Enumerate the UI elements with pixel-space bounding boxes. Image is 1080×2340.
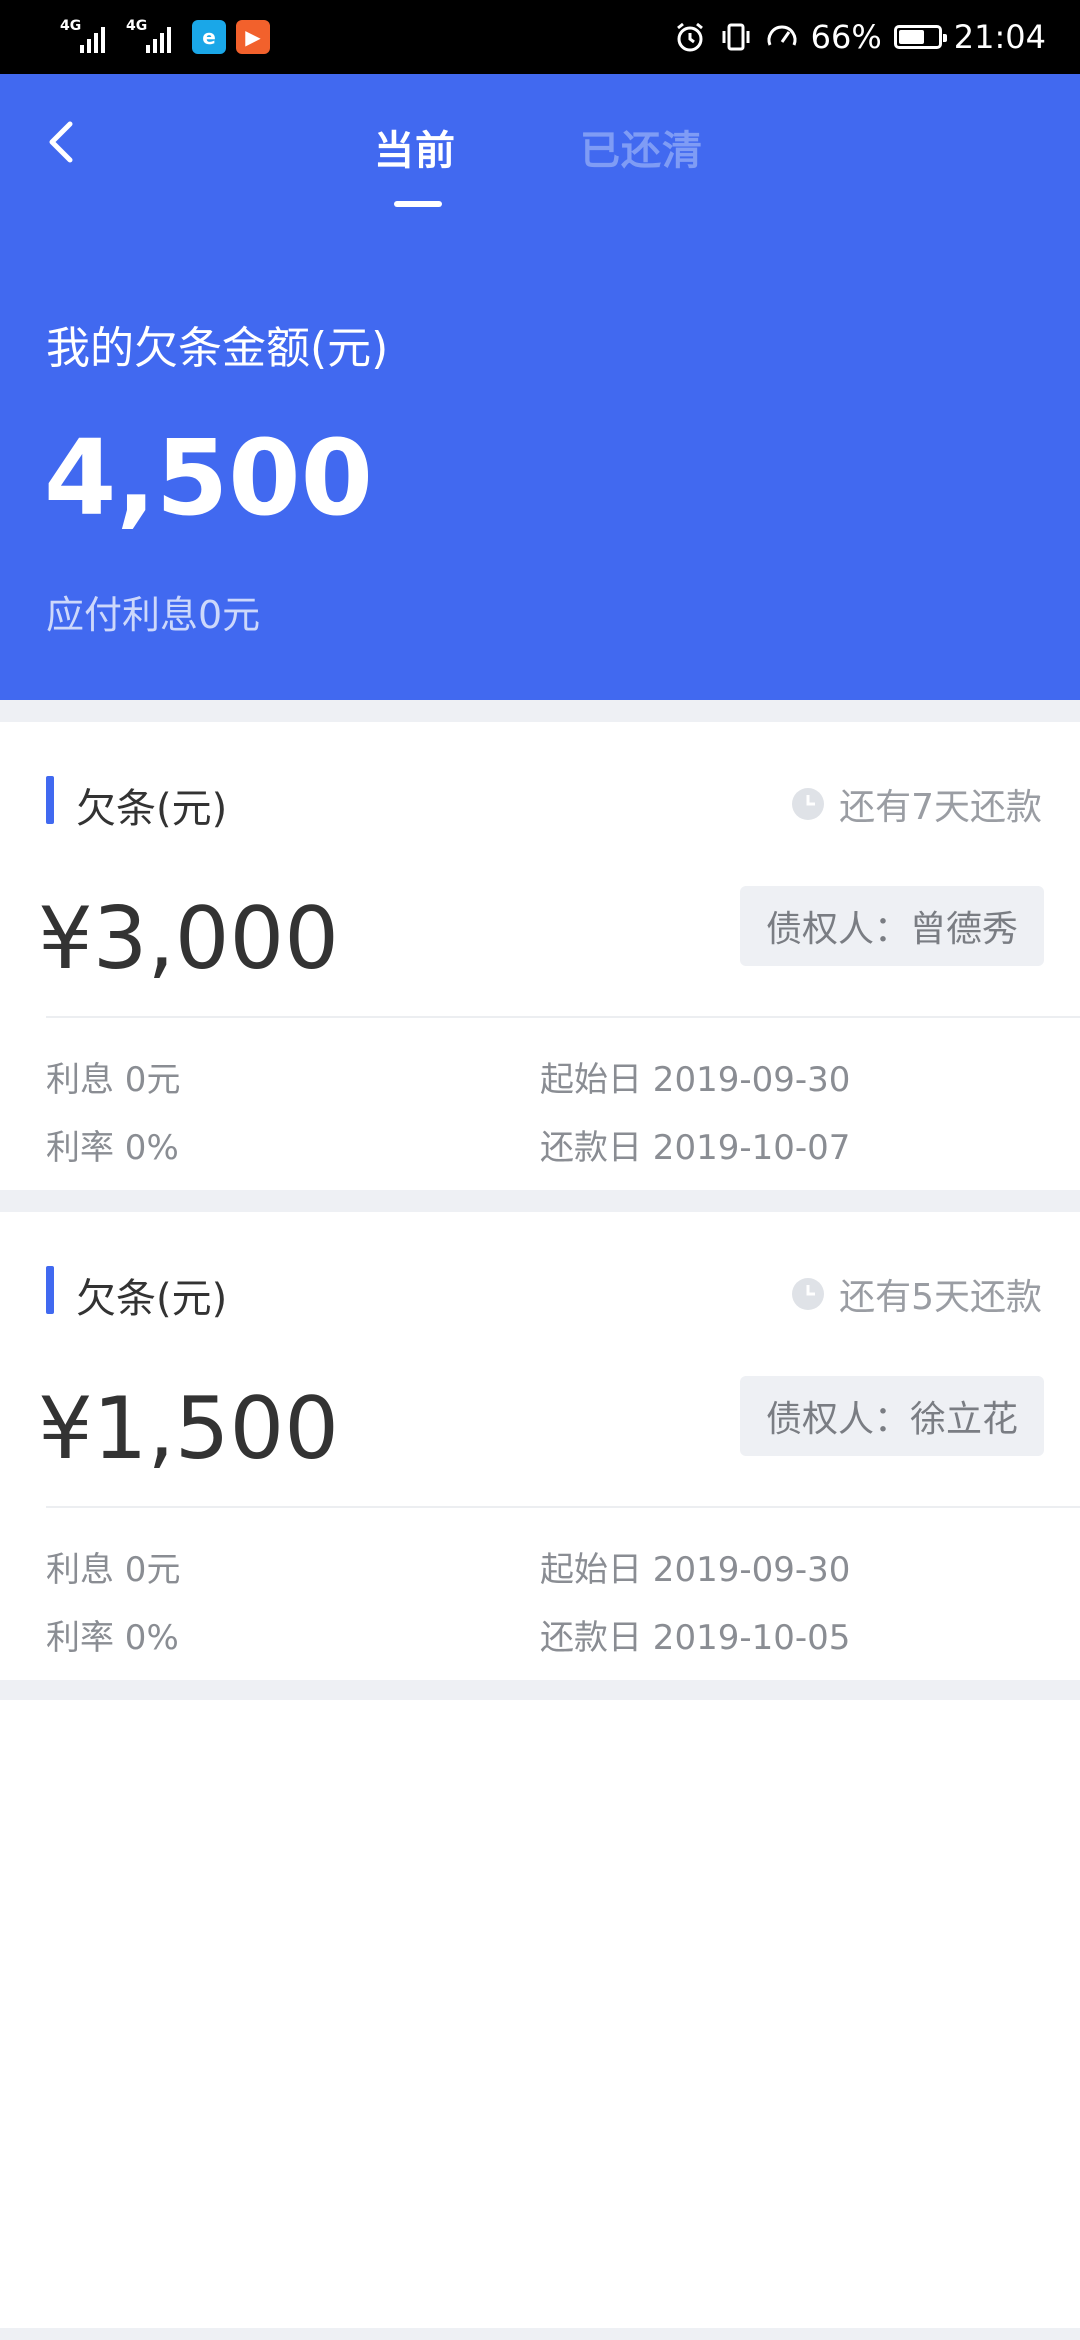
empty-area [0,1700,1080,2328]
due-countdown: 还有5天还款 [791,1268,1042,1320]
network-type-2: 4G [126,18,148,34]
clock-icon [792,1278,825,1310]
speedometer-icon [767,25,797,46]
signal-icon-2: 4G [126,19,182,55]
loan-amount: ¥3,000 [38,889,339,989]
back-button[interactable] [40,114,90,174]
status-left: 4G 4G e ▶ [60,16,270,58]
status-bar: 4G 4G e ▶ 66% 21:04 [0,0,1080,74]
card-accent-bar [46,776,54,824]
loan-interest: 利息 0元 [46,1060,181,1100]
interest-payable: 应付利息0元 [46,593,261,637]
loan-card[interactable]: 欠条(元) 还有7天还款 ¥3,000 债权人：曾德秀 利息 0元 起始日 20… [0,722,1080,1190]
chevron-left-icon [49,121,73,163]
loan-rate: 利率 0% [46,1128,179,1168]
due-text: 还有7天还款 [839,787,1042,828]
loan-title: 欠条(元) [76,1276,228,1322]
creditor-badge: 债权人：徐立花 [739,1376,1044,1456]
loan-title: 欠条(元) [76,786,228,832]
section-gap [0,1680,1080,1700]
battery-percent: 66% [810,18,882,56]
network-type: 4G [60,18,82,34]
tab-current[interactable]: 当前 [374,118,456,176]
creditor-badge: 债权人：曾德秀 [739,886,1044,966]
loan-rate: 利率 0% [46,1618,179,1658]
loan-amount: ¥1,500 [38,1379,339,1479]
card-accent-bar [46,1266,54,1314]
card-divider [46,1016,1080,1018]
tab-paid-off[interactable]: 已还清 [580,118,703,176]
video-app-notification-icon: ▶ [236,20,270,54]
loan-repay-date: 还款日 2019-10-05 [540,1618,851,1658]
loan-repay-date: 还款日 2019-10-07 [540,1128,851,1168]
alarm-icon [676,22,703,52]
card-divider [46,1506,1080,1508]
section-gap [0,700,1080,722]
summary-header: 当前 已还清 我的欠条金额(元) 4,500 应付利息0元 [0,74,1080,700]
loan-interest: 利息 0元 [46,1550,181,1590]
battery-fill [898,30,924,44]
total-amount: 4,500 [44,417,373,539]
bottom-edge [0,2328,1080,2340]
loan-start-date: 起始日 2019-09-30 [540,1060,851,1100]
section-gap [0,1190,1080,1212]
clock-icon [792,788,825,820]
loan-start-date: 起始日 2019-09-30 [540,1550,851,1590]
total-label: 我的欠条金额(元) [46,323,389,374]
app-notification-icon: e [192,20,226,54]
due-countdown: 还有7天还款 [791,778,1042,830]
due-text: 还有5天还款 [839,1277,1042,1318]
vibrate-icon [722,23,750,51]
clock-time: 21:04 [953,18,1046,56]
battery-icon [893,25,947,49]
active-tab-indicator [394,201,442,207]
signal-icon: 4G [60,19,116,55]
loan-card[interactable]: 欠条(元) 还有5天还款 ¥1,500 债权人：徐立花 利息 0元 起始日 20… [0,1212,1080,1680]
status-right: 66% 21:04 [673,14,1046,60]
